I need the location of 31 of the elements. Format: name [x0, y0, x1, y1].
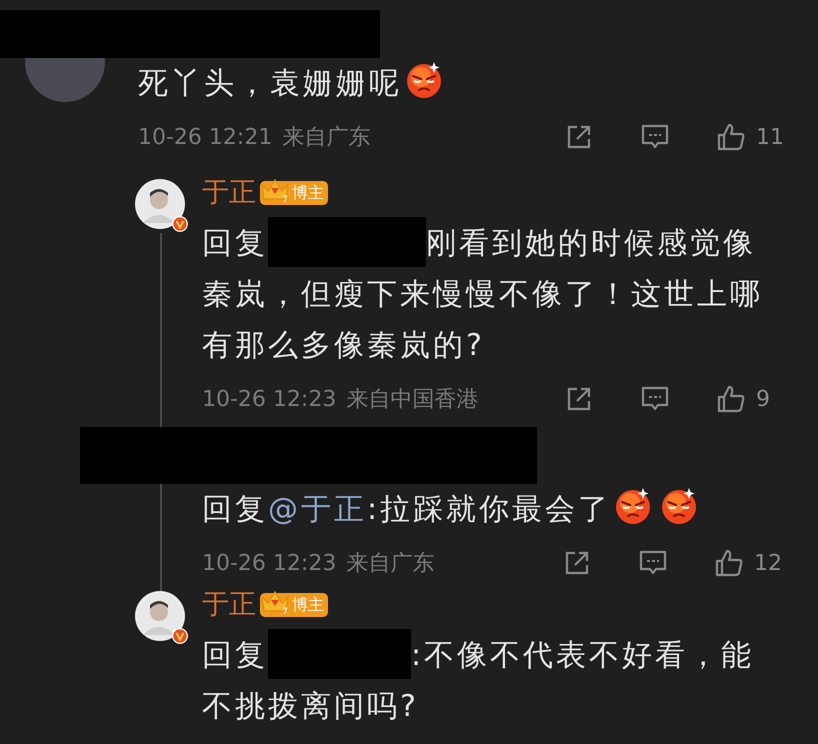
comment-location: 来自广东: [282, 124, 370, 152]
thumbs-up-icon[interactable]: [716, 384, 746, 414]
level-number: 7: [282, 607, 288, 617]
comment-text: 秦岚，但瘦下来慢慢不像了！这世上哪有那么多像秦岚的?: [202, 277, 763, 363]
badge-label: 博主: [291, 594, 324, 616]
level-number: 7: [282, 195, 288, 205]
like-count: 9: [756, 386, 771, 412]
comment-time: 10-26 12:21: [138, 124, 272, 150]
comment-text: 回复: [202, 226, 268, 261]
comment-text: 刚看到她的时候感觉像: [426, 226, 756, 261]
badge-label: 博主: [291, 182, 324, 204]
comment-location: 来自中国香港: [346, 386, 478, 414]
like-count: 12: [754, 550, 782, 576]
comment-text: 回复: [202, 638, 268, 673]
thumbs-up-icon[interactable]: [716, 122, 746, 152]
comment-time: 10-26 12:23: [202, 550, 336, 576]
author-name[interactable]: 于正: [202, 589, 256, 621]
avatar[interactable]: [135, 591, 185, 641]
comment-text: :拉踩就你最会了: [367, 492, 612, 527]
angry-emoji-icon: [404, 60, 444, 100]
comment-text: 回复: [202, 492, 268, 527]
comment-time: 10-26 12:23: [202, 386, 336, 412]
comment-text: 不挑拨离间吗?: [202, 689, 419, 724]
comment-text: :不像不代表不好看，能: [411, 638, 754, 673]
mention-link[interactable]: @于正: [268, 492, 367, 527]
author-name[interactable]: 于正: [202, 177, 256, 209]
avatar[interactable]: [135, 179, 185, 229]
like-count: 11: [756, 124, 784, 150]
comment-location: 来自广东: [346, 550, 434, 578]
thumbs-up-icon[interactable]: [714, 548, 744, 578]
comment-text: 死丫头，袁姗姗呢: [138, 66, 402, 101]
